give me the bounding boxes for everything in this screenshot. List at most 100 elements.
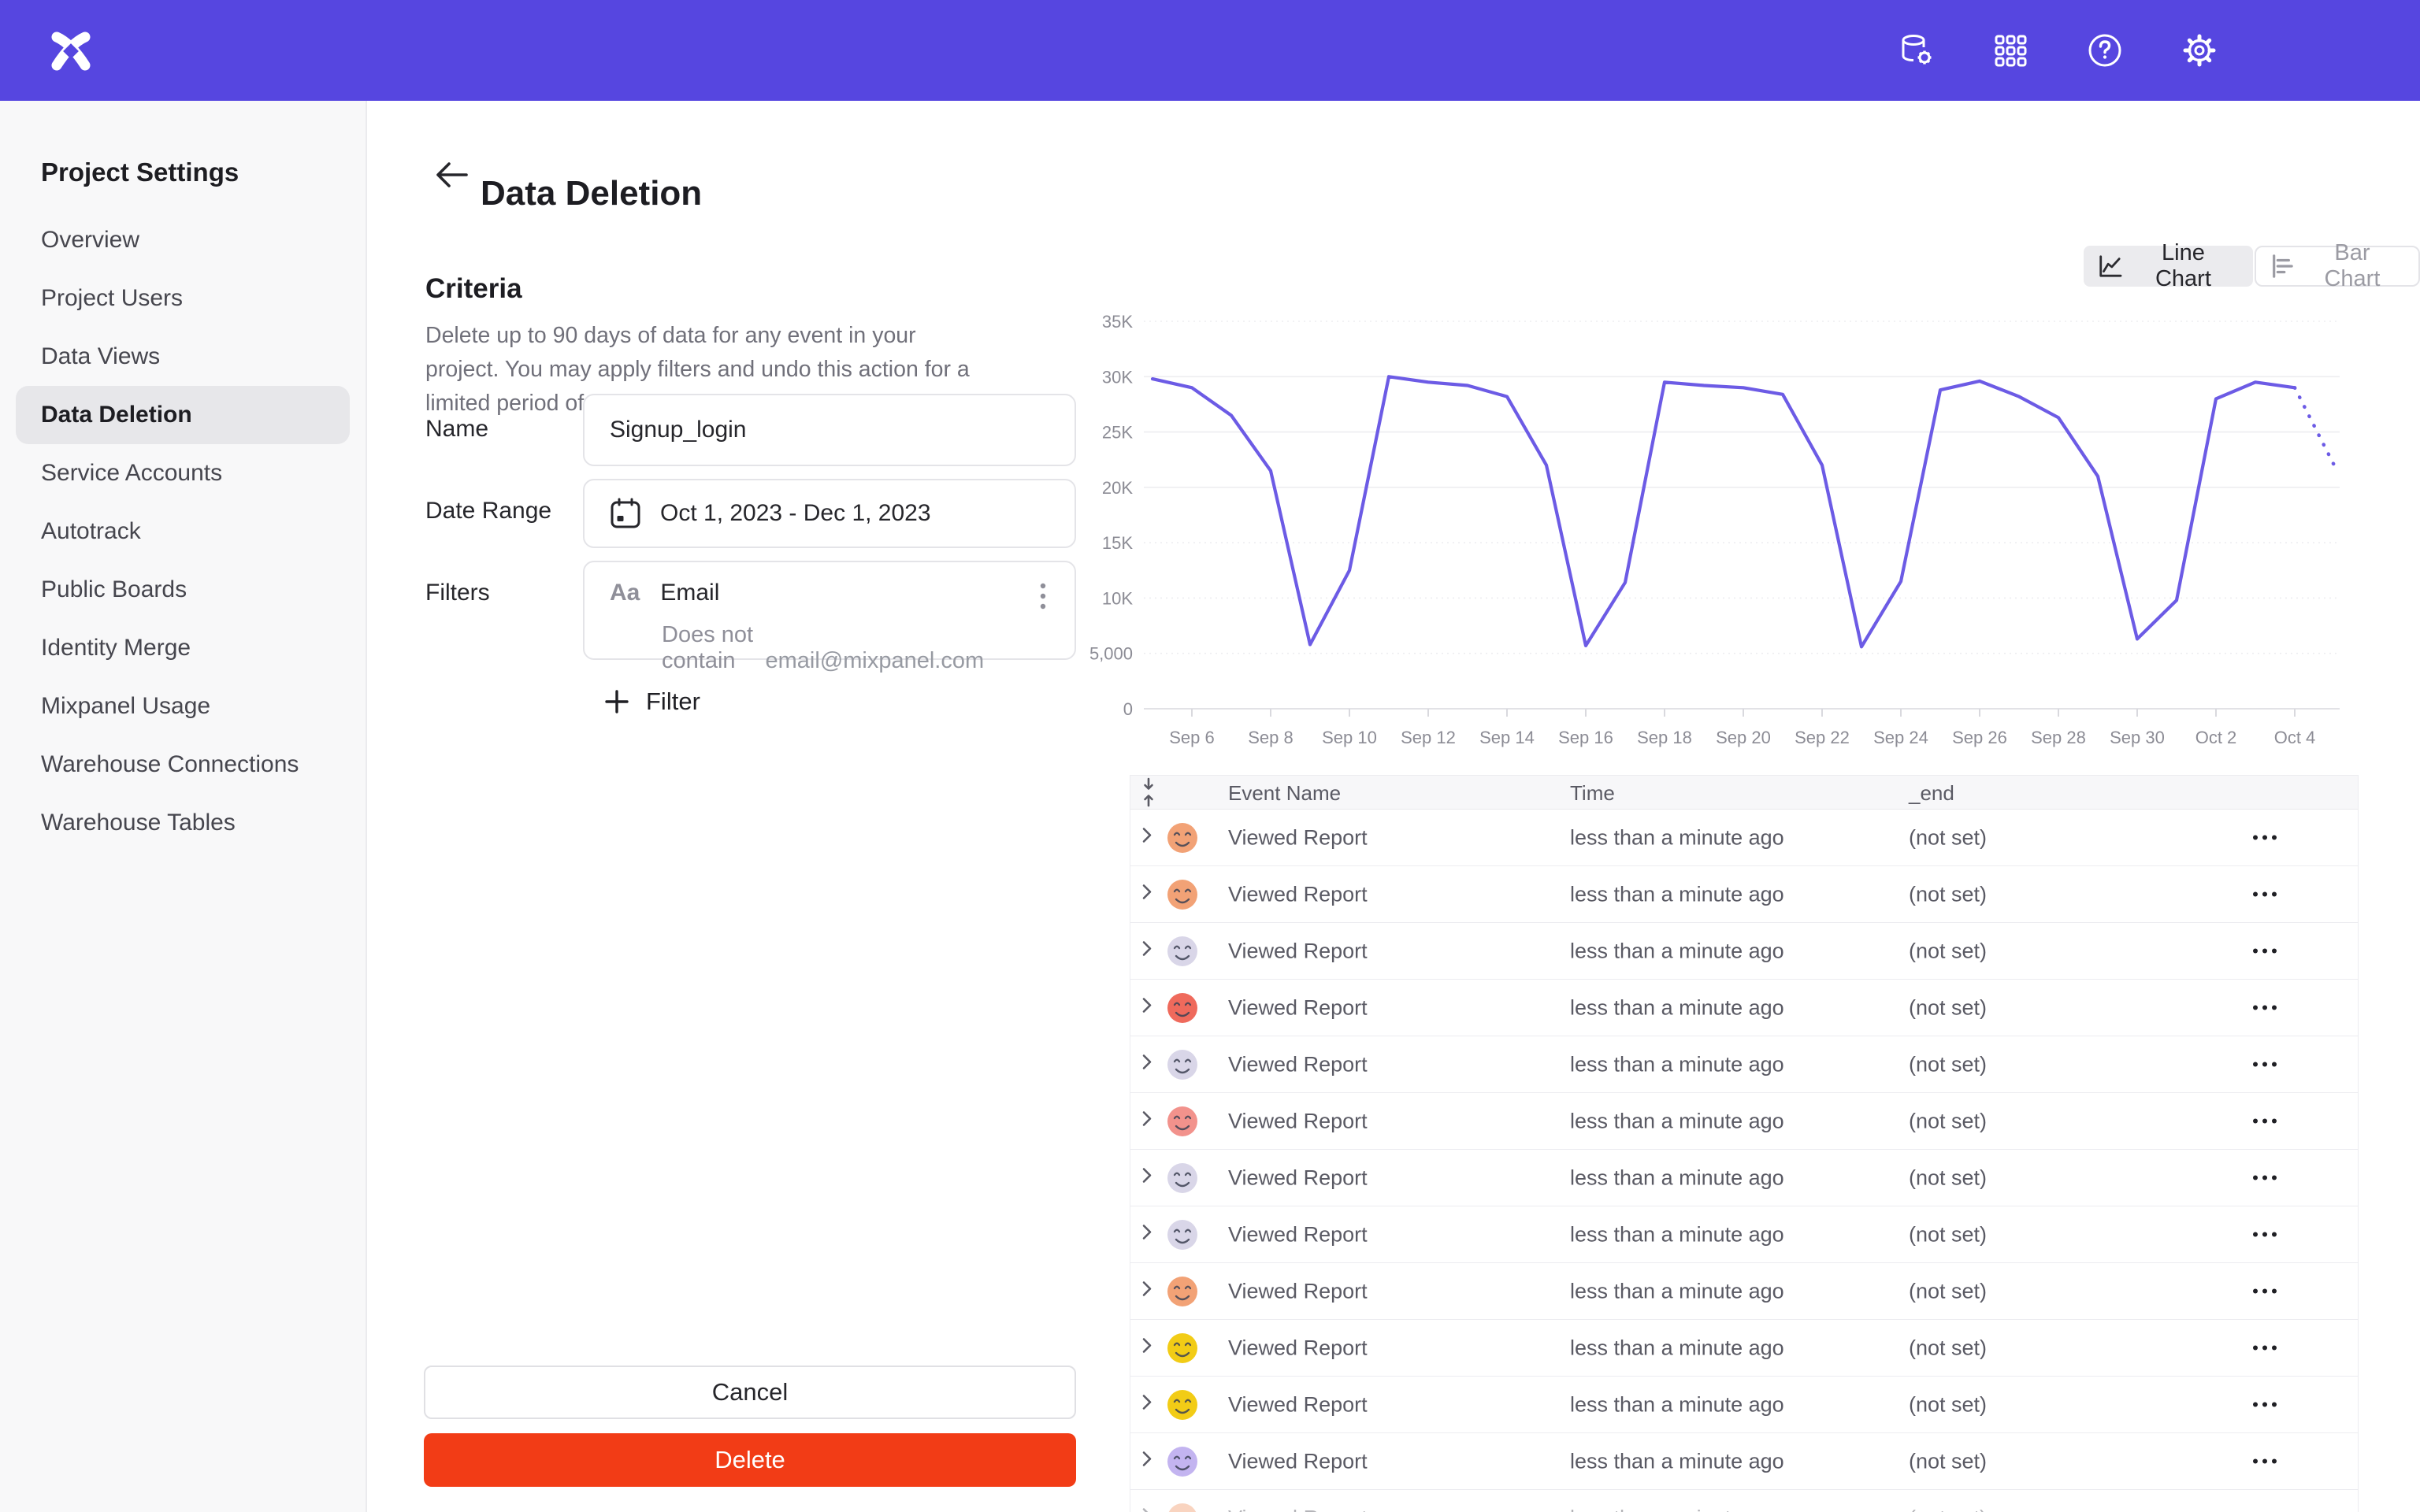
events-line-chart: 05,00010K15K20K25K30K35KSep 6Sep 8Sep 10…: [1087, 307, 2363, 753]
row-actions-ellipsis-icon[interactable]: [2243, 1002, 2287, 1014]
y-axis-tick-label: 0: [1123, 699, 1133, 719]
avatar: [1167, 1276, 1198, 1307]
line-chart-icon: [2098, 253, 2123, 280]
end-cell: (not set): [1909, 1506, 1987, 1512]
y-axis-tick-label: 5,000: [1089, 644, 1133, 664]
row-actions-ellipsis-icon[interactable]: [2243, 1228, 2287, 1240]
table-row[interactable]: Viewed Reportless than a minute ago(not …: [1130, 1150, 2358, 1206]
row-expand-chevron-icon[interactable]: [1135, 1449, 1159, 1473]
x-axis-tick-label: Sep 26: [1952, 728, 2007, 747]
table-row[interactable]: Viewed Reportless than a minute ago(not …: [1130, 810, 2358, 866]
event-name-cell: Viewed Report: [1228, 825, 1368, 850]
filters-label: Filters: [425, 580, 490, 606]
bar-chart-toggle[interactable]: Bar Chart: [2255, 246, 2420, 287]
x-axis-tick-label: Oct 2: [2195, 728, 2237, 747]
table-row[interactable]: Viewed Reportless than a minute ago(not …: [1130, 1490, 2358, 1512]
table-row[interactable]: Viewed Reportless than a minute ago(not …: [1130, 1093, 2358, 1150]
mixpanel-logo[interactable]: [41, 25, 91, 76]
row-expand-chevron-icon[interactable]: [1135, 825, 1159, 850]
row-expand-chevron-icon[interactable]: [1135, 1336, 1159, 1360]
table-row[interactable]: Viewed Reportless than a minute ago(not …: [1130, 1377, 2358, 1433]
back-arrow-icon: [432, 154, 473, 195]
row-expand-chevron-icon[interactable]: [1135, 1279, 1159, 1303]
table-header: Event Name Time _end: [1130, 776, 2358, 810]
table-row[interactable]: Viewed Reportless than a minute ago(not …: [1130, 980, 2358, 1036]
filter-operator: Does not contain: [662, 622, 753, 673]
end-cell: (not set): [1909, 825, 1987, 850]
data-connections-icon[interactable]: [1897, 32, 1935, 69]
table-row[interactable]: Viewed Reportless than a minute ago(not …: [1130, 866, 2358, 923]
row-actions-ellipsis-icon[interactable]: [2243, 888, 2287, 900]
help-icon[interactable]: [2086, 32, 2124, 69]
sidebar-item-project-users[interactable]: Project Users: [16, 269, 350, 328]
apps-grid-icon[interactable]: [1991, 32, 2029, 69]
add-filter-button[interactable]: Filter: [599, 687, 705, 717]
filter-card[interactable]: Aa Email Does not containemail@mixpanel.…: [583, 561, 1076, 660]
sidebar-item-mixpanel-usage[interactable]: Mixpanel Usage: [16, 677, 350, 736]
date-range-value: Oct 1, 2023 - Dec 1, 2023: [660, 500, 931, 527]
end-cell: (not set): [1909, 1392, 1987, 1417]
avatar: [1167, 992, 1198, 1024]
event-name-cell: Viewed Report: [1228, 1449, 1368, 1473]
row-expand-chevron-icon[interactable]: [1135, 1166, 1159, 1190]
sidebar-item-service-accounts[interactable]: Service Accounts: [16, 444, 350, 502]
event-name-cell: Viewed Report: [1228, 1336, 1368, 1360]
table-row[interactable]: Viewed Reportless than a minute ago(not …: [1130, 1036, 2358, 1093]
row-actions-ellipsis-icon[interactable]: [2243, 1285, 2287, 1297]
table-row[interactable]: Viewed Reportless than a minute ago(not …: [1130, 1263, 2358, 1320]
y-axis-tick-label: 20K: [1102, 478, 1133, 498]
time-cell: less than a minute ago: [1570, 1052, 1784, 1077]
x-axis-tick-label: Sep 22: [1795, 728, 1850, 747]
row-expand-chevron-icon[interactable]: [1135, 939, 1159, 963]
row-actions-ellipsis-icon[interactable]: [2243, 1455, 2287, 1467]
row-expand-chevron-icon[interactable]: [1135, 882, 1159, 906]
time-cell: less than a minute ago: [1570, 1392, 1784, 1417]
filter-condition[interactable]: Does not containemail@mixpanel.com: [662, 622, 1075, 674]
row-actions-ellipsis-icon[interactable]: [2243, 1342, 2287, 1354]
projected-series-line: [2295, 387, 2334, 465]
column-header-end: _end: [1909, 781, 1954, 806]
sidebar-item-overview[interactable]: Overview: [16, 211, 350, 269]
sidebar-item-data-views[interactable]: Data Views: [16, 328, 350, 386]
table-row[interactable]: Viewed Reportless than a minute ago(not …: [1130, 1433, 2358, 1490]
row-expand-chevron-icon[interactable]: [1135, 1109, 1159, 1133]
time-cell: less than a minute ago: [1570, 995, 1784, 1020]
row-expand-chevron-icon[interactable]: [1135, 1392, 1159, 1417]
sidebar-item-public-boards[interactable]: Public Boards: [16, 561, 350, 619]
back-button[interactable]: [432, 154, 473, 195]
row-actions-ellipsis-icon[interactable]: [2243, 1115, 2287, 1127]
row-expand-chevron-icon[interactable]: [1135, 1052, 1159, 1077]
table-row[interactable]: Viewed Reportless than a minute ago(not …: [1130, 1320, 2358, 1377]
avatar: [1167, 936, 1198, 967]
sidebar-item-warehouse-connections[interactable]: Warehouse Connections: [16, 736, 350, 794]
filter-kebab-menu-icon[interactable]: [1029, 580, 1057, 614]
row-actions-ellipsis-icon[interactable]: [2243, 1172, 2287, 1184]
x-axis-tick-label: Sep 30: [2110, 728, 2165, 747]
sort-icon[interactable]: [1137, 777, 1160, 807]
table-row[interactable]: Viewed Reportless than a minute ago(not …: [1130, 923, 2358, 980]
sidebar-item-warehouse-tables[interactable]: Warehouse Tables: [16, 794, 350, 852]
row-actions-ellipsis-icon[interactable]: [2243, 1058, 2287, 1070]
delete-button[interactable]: Delete: [424, 1433, 1076, 1487]
sidebar-item-identity-merge[interactable]: Identity Merge: [16, 619, 350, 677]
mixpanel-x-icon: [46, 26, 96, 76]
date-range-input[interactable]: Oct 1, 2023 - Dec 1, 2023: [583, 479, 1076, 548]
sidebar-item-data-deletion[interactable]: Data Deletion: [16, 386, 350, 444]
table-row[interactable]: Viewed Reportless than a minute ago(not …: [1130, 1206, 2358, 1263]
line-chart-toggle[interactable]: Line Chart: [2084, 246, 2253, 287]
cancel-button[interactable]: Cancel: [424, 1366, 1076, 1419]
row-actions-ellipsis-icon[interactable]: [2243, 832, 2287, 843]
y-axis-tick-label: 35K: [1102, 312, 1133, 332]
series-line: [1152, 376, 2295, 647]
row-expand-chevron-icon[interactable]: [1135, 995, 1159, 1020]
row-actions-ellipsis-icon[interactable]: [2243, 1399, 2287, 1410]
row-expand-chevron-icon[interactable]: [1135, 1506, 1159, 1512]
settings-gear-icon[interactable]: [2181, 32, 2218, 69]
end-cell: (not set): [1909, 939, 1987, 963]
row-expand-chevron-icon[interactable]: [1135, 1222, 1159, 1247]
time-cell: less than a minute ago: [1570, 1166, 1784, 1190]
row-actions-ellipsis-icon[interactable]: [2243, 945, 2287, 957]
name-input[interactable]: Signup_login: [583, 394, 1076, 466]
sidebar-item-autotrack[interactable]: Autotrack: [16, 502, 350, 561]
avatar: [1167, 1503, 1198, 1512]
